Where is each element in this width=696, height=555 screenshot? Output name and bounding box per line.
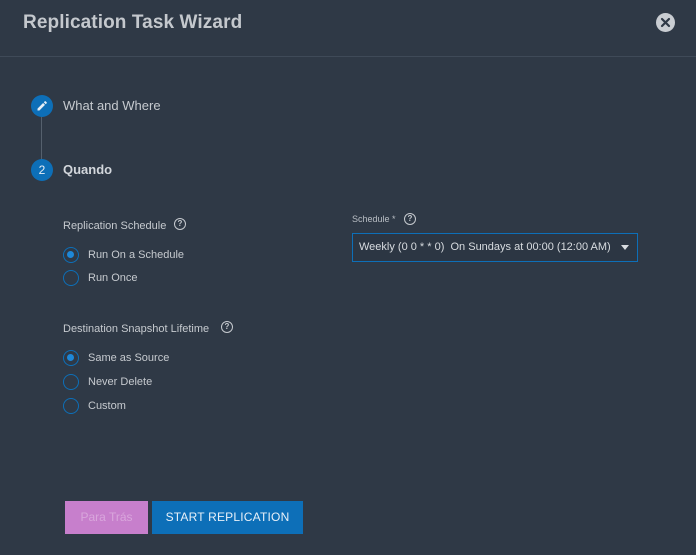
pencil-icon	[37, 101, 47, 111]
dialog-header: Replication Task Wizard	[0, 0, 696, 57]
run-once-radio[interactable]	[63, 270, 79, 286]
schedule-select-value: Weekly (0 0 * * 0) On Sundays at 00:00 (…	[359, 241, 611, 253]
step-2-indicator[interactable]: 2	[31, 159, 53, 181]
same-as-source-radio[interactable]	[63, 350, 79, 366]
replication-schedule-help-icon[interactable]: ?	[174, 218, 186, 230]
start-replication-button[interactable]: START REPLICATION	[152, 501, 303, 534]
step-1-label[interactable]: What and Where	[63, 98, 161, 113]
step-1-indicator[interactable]	[31, 95, 53, 117]
run-on-schedule-radio[interactable]	[63, 247, 79, 263]
step-2-label[interactable]: Quando	[63, 162, 112, 177]
schedule-help-icon[interactable]: ?	[404, 213, 416, 225]
replication-schedule-label: Replication Schedule	[63, 220, 167, 232]
chevron-down-icon	[621, 245, 629, 250]
same-as-source-label[interactable]: Same as Source	[88, 352, 169, 364]
close-icon	[660, 17, 671, 28]
never-delete-radio[interactable]	[63, 374, 79, 390]
close-button[interactable]	[656, 13, 675, 32]
replication-task-wizard-dialog: Replication Task Wizard What and Where 2…	[0, 0, 696, 555]
custom-radio[interactable]	[63, 398, 79, 414]
run-on-schedule-label[interactable]: Run On a Schedule	[88, 249, 184, 261]
back-button[interactable]: Para Trás	[65, 501, 148, 534]
snapshot-lifetime-help-icon[interactable]: ?	[221, 321, 233, 333]
snapshot-lifetime-label: Destination Snapshot Lifetime	[63, 323, 210, 335]
stepper-connector	[41, 117, 42, 161]
schedule-caption: Schedule *	[352, 214, 396, 224]
custom-label[interactable]: Custom	[88, 400, 126, 412]
never-delete-label[interactable]: Never Delete	[88, 376, 152, 388]
dialog-title: Replication Task Wizard	[23, 12, 243, 33]
schedule-select[interactable]: Weekly (0 0 * * 0) On Sundays at 00:00 (…	[352, 233, 638, 262]
run-once-label[interactable]: Run Once	[88, 272, 138, 284]
